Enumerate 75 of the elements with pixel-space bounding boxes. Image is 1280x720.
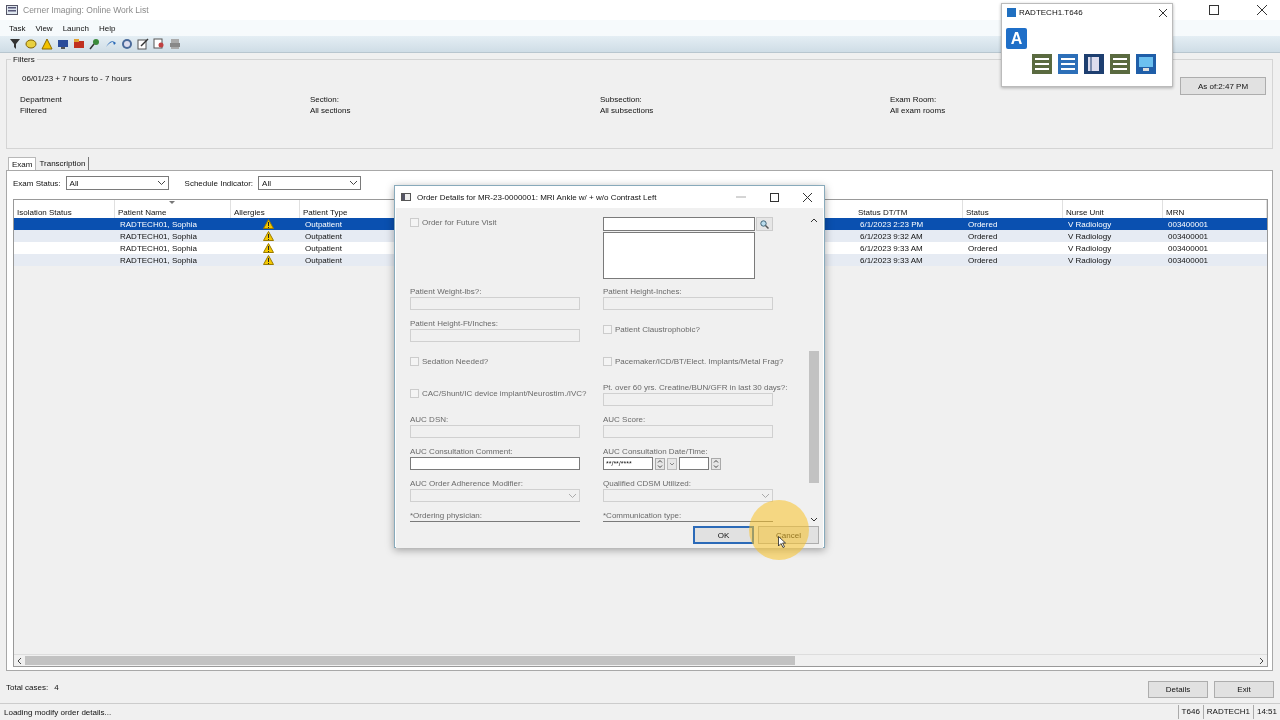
field-label: *Communication type: [603,511,683,521]
status-panel: T646 [1177,705,1203,719]
field-label: AUC Consultation Comment: [410,447,514,457]
total-label: Total cases: [6,682,49,692]
footer-button[interactable]: Exit [1214,680,1274,698]
checkbox-label: CAC/Shunt/IC device implant/Neurostim./IVC? [422,388,587,398]
field-label: Pt. over 60 yrs. Creatine/BUN/GFR in last 30 days?: [603,383,789,393]
table-cell-text: 003400001 [1167,219,1210,229]
table-cell-text: Outpatient [304,255,343,265]
table-cell-text: V Radiology [1067,243,1113,253]
field-label: AUC Consultation Date/Time: [603,447,709,457]
date-range: 06/01/23 + 7 hours to - 7 hours [22,74,133,83]
table-cell-text: 003400001 [1167,231,1210,241]
table-cell-text: 6/1/2023 2:23 PM [859,219,925,229]
footer-button[interactable]: Details [1148,680,1208,698]
field-label: Patient Weight-lbs?: [410,287,483,297]
table-cell-text: V Radiology [1067,255,1113,265]
filter-label: Exam Room: [890,95,938,104]
total-count: 4 [54,682,59,692]
status-panel: 14:51 [1252,705,1280,719]
field-label: Patient Height-Inches: [603,287,683,297]
filter-label: Section: [310,95,340,104]
menu-item[interactable]: Launch [57,23,94,33]
tab[interactable]: Exam [8,157,37,170]
checkbox-label: Order for Future Visit [422,218,497,227]
checkbox-label: Patient Claustrophobic? [615,324,700,334]
status-panel: RADTECH1 [1202,705,1253,719]
filter-value: All subsections [600,106,655,115]
table-cell-text: Ordered [967,231,999,241]
dialog-button[interactable]: OK [693,526,754,544]
checkbox-label: Pacemaker/ICD/BT/Elect. Implants/Metal Frag? [615,356,784,366]
field-label: AUC Order Adherence Modifier: [410,479,524,489]
table-cell-text: Ordered [967,255,999,265]
table-cell-text: 003400001 [1167,255,1210,265]
window-title: Cerner Imaging: Online Work List [23,5,149,15]
selector-label: Exam Status: [13,178,61,188]
table-cell-text: 6/1/2023 9:33 AM [859,255,924,265]
tab[interactable]: Transcription [36,157,90,170]
table-cell-text: Outpatient [304,219,343,229]
table-cell-text: RADTECH01, Sophia [119,243,198,253]
table-cell-text: Outpatient [304,231,343,241]
dropdown[interactable]: All [65,176,169,190]
menu-item[interactable]: Help [93,23,121,33]
filter-label: Subsection: [600,95,643,104]
table-cell-text: RADTECH01, Sophia [119,255,198,265]
filter-value: All sections [310,106,352,115]
dropdown[interactable]: All [258,176,362,190]
filter-label: Department [20,95,63,104]
menu-item[interactable]: View [30,23,58,33]
table-cell-text: 6/1/2023 9:32 AM [859,231,924,241]
table-cell-text: Ordered [967,243,999,253]
table-cell-text: RADTECH01, Sophia [119,219,198,229]
status-message: Loading modify order details... [4,707,113,717]
selector-label: Schedule Indicator: [184,178,254,188]
filter-value: All exam rooms [890,106,947,115]
field-label: AUC Score: [603,415,647,425]
window-title: RADTECH1.T646 [1019,8,1084,17]
table-cell-text: Ordered [967,219,999,229]
dialog-title: Order Details for MR-23-0000001: MRI Ankle w/ + w/o Contrast Left [417,192,658,202]
group-legend: Filters [11,55,37,64]
table-cell-text: Outpatient [304,243,343,253]
menu-item[interactable]: Task [4,23,31,33]
field-label: *Ordering physician: [410,511,484,521]
field-label: AUC DSN: [410,415,450,425]
table-cell-text: 6/1/2023 9:33 AM [859,243,924,253]
field-label: Patient Height-Ft/Inches: [410,319,500,329]
table-cell-text: RADTECH01, Sophia [119,231,198,241]
field-label: Qualified CDSM Utilized: [603,479,693,489]
checkbox-label: Sedation Needed? [422,356,489,366]
filter-value: Filtered [20,106,48,115]
table-cell-text: V Radiology [1067,219,1113,229]
table-cell-text: 003400001 [1167,243,1210,253]
table-cell-text: V Radiology [1067,231,1113,241]
app-logo[interactable]: A [1006,28,1027,49]
as-of-button[interactable]: As of:2:47 PM [1180,77,1266,95]
